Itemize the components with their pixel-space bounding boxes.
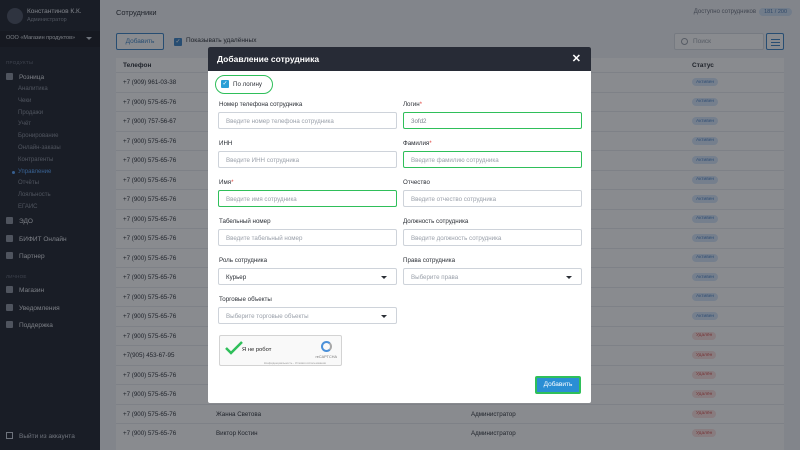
- tab-number-field[interactable]: Введите табельный номер: [218, 229, 397, 246]
- rights-select[interactable]: Выберите права: [403, 268, 582, 285]
- objects-select[interactable]: Выберите торговые объекты: [218, 307, 397, 324]
- role-label: Роль сотрудника: [219, 257, 268, 264]
- modal-title: Добавление сотрудника: [217, 54, 320, 64]
- checkmark-icon: [225, 341, 243, 355]
- rights-label: Права сотрудника: [403, 257, 456, 264]
- phone-field[interactable]: Введите номер телефона сотрудника: [218, 112, 397, 129]
- checkbox-checked-icon: ✓: [221, 80, 229, 88]
- modal-header: Добавление сотрудника ✕: [208, 47, 591, 71]
- name-field[interactable]: Введите имя сотрудника: [218, 190, 397, 207]
- close-icon[interactable]: ✕: [572, 52, 581, 65]
- phone-label: Номер телефона сотрудника: [219, 101, 303, 108]
- captcha-label: Я не робот: [242, 347, 272, 353]
- objects-label: Торговые объекты: [219, 296, 272, 303]
- add-employee-modal: Добавление сотрудника ✕ ✓ По логину Номе…: [208, 47, 591, 403]
- chevron-down-icon: [566, 276, 572, 279]
- by-login-checkbox[interactable]: ✓ По логину: [215, 75, 273, 94]
- recaptcha-widget[interactable]: Я не робот reCAPTCHA Конфиденциальность …: [219, 335, 342, 366]
- surname-field[interactable]: Введите фамилию сотрудника: [403, 151, 582, 168]
- position-label: Должность сотрудника: [403, 218, 469, 225]
- captcha-privacy[interactable]: Конфиденциальность - Условия использован…: [264, 361, 326, 365]
- patronymic-label: Отчество: [403, 179, 430, 186]
- login-field[interactable]: 3ofd2: [403, 112, 582, 129]
- submit-button[interactable]: Добавить: [535, 376, 581, 394]
- role-select[interactable]: Курьер: [218, 268, 397, 285]
- login-label: Логин*: [403, 101, 423, 108]
- position-field[interactable]: Введите должность сотрудника: [403, 229, 582, 246]
- inn-field[interactable]: Введите ИНН сотрудника: [218, 151, 397, 168]
- tab-number-label: Табельный номер: [219, 218, 271, 225]
- recaptcha-logo-icon: [321, 341, 332, 352]
- chevron-down-icon: [381, 276, 387, 279]
- surname-label: Фамилия*: [403, 140, 432, 147]
- inn-label: ИНН: [219, 140, 233, 147]
- patronymic-field[interactable]: Введите отчество сотрудника: [403, 190, 582, 207]
- name-label: Имя*: [219, 179, 234, 186]
- captcha-brand: reCAPTCHA: [315, 355, 337, 359]
- chevron-down-icon: [381, 315, 387, 318]
